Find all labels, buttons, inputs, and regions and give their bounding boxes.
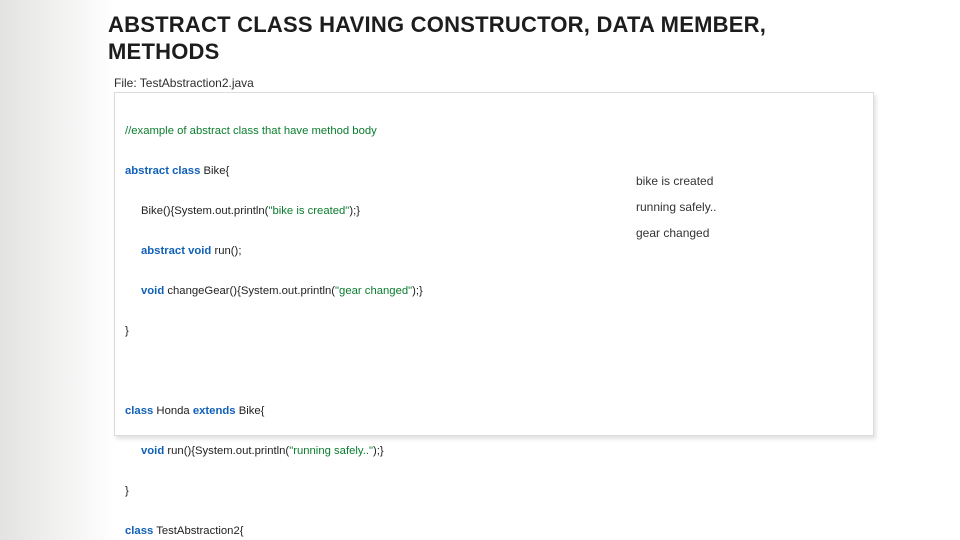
slide: ABSTRACT CLASS HAVING CONSTRUCTOR, DATA …: [0, 0, 960, 540]
code-text: );}: [349, 205, 360, 217]
code-text: }: [125, 485, 129, 497]
code-text: Honda: [153, 405, 193, 417]
code-text: Bike{: [236, 405, 265, 417]
kw-void: void: [141, 285, 164, 297]
output-line: running safely..: [636, 194, 836, 220]
code-text: run(){System.out.println(: [164, 445, 289, 457]
kw-void: void: [141, 445, 164, 457]
output-line: gear changed: [636, 220, 836, 246]
kw-class: class: [125, 525, 153, 537]
title-line-1: ABSTRACT CLASS HAVING CONSTRUCTOR, DATA …: [108, 12, 766, 37]
output-panel: bike is created running safely.. gear ch…: [636, 168, 836, 246]
title-line-2: METHODS: [108, 39, 220, 64]
code-block: //example of abstract class that have me…: [125, 101, 863, 427]
code-text: );}: [412, 285, 423, 297]
code-text: run();: [211, 245, 241, 257]
string-literal: "gear changed": [335, 285, 412, 297]
code-text: changeGear(){System.out.println(: [164, 285, 335, 297]
code-text: Bike{: [200, 165, 229, 177]
string-literal: "bike is created": [268, 205, 349, 217]
kw-abstract-void: abstract void: [141, 245, 211, 257]
code-comment: //example of abstract class that have me…: [125, 125, 377, 137]
kw-abstract-class: abstract class: [125, 165, 200, 177]
slide-title: ABSTRACT CLASS HAVING CONSTRUCTOR, DATA …: [108, 12, 888, 66]
code-blank: [125, 365, 128, 377]
code-text: Bike(){System.out.println(: [141, 205, 268, 217]
output-line: bike is created: [636, 168, 836, 194]
kw-extends: extends: [193, 405, 236, 417]
kw-class: class: [125, 405, 153, 417]
file-label: File: TestAbstraction2.java: [114, 76, 960, 90]
code-text: );}: [373, 445, 384, 457]
code-text: TestAbstraction2{: [153, 525, 243, 537]
string-literal: "running safely..": [289, 445, 373, 457]
code-text: }: [125, 325, 129, 337]
code-card: //example of abstract class that have me…: [114, 92, 874, 436]
